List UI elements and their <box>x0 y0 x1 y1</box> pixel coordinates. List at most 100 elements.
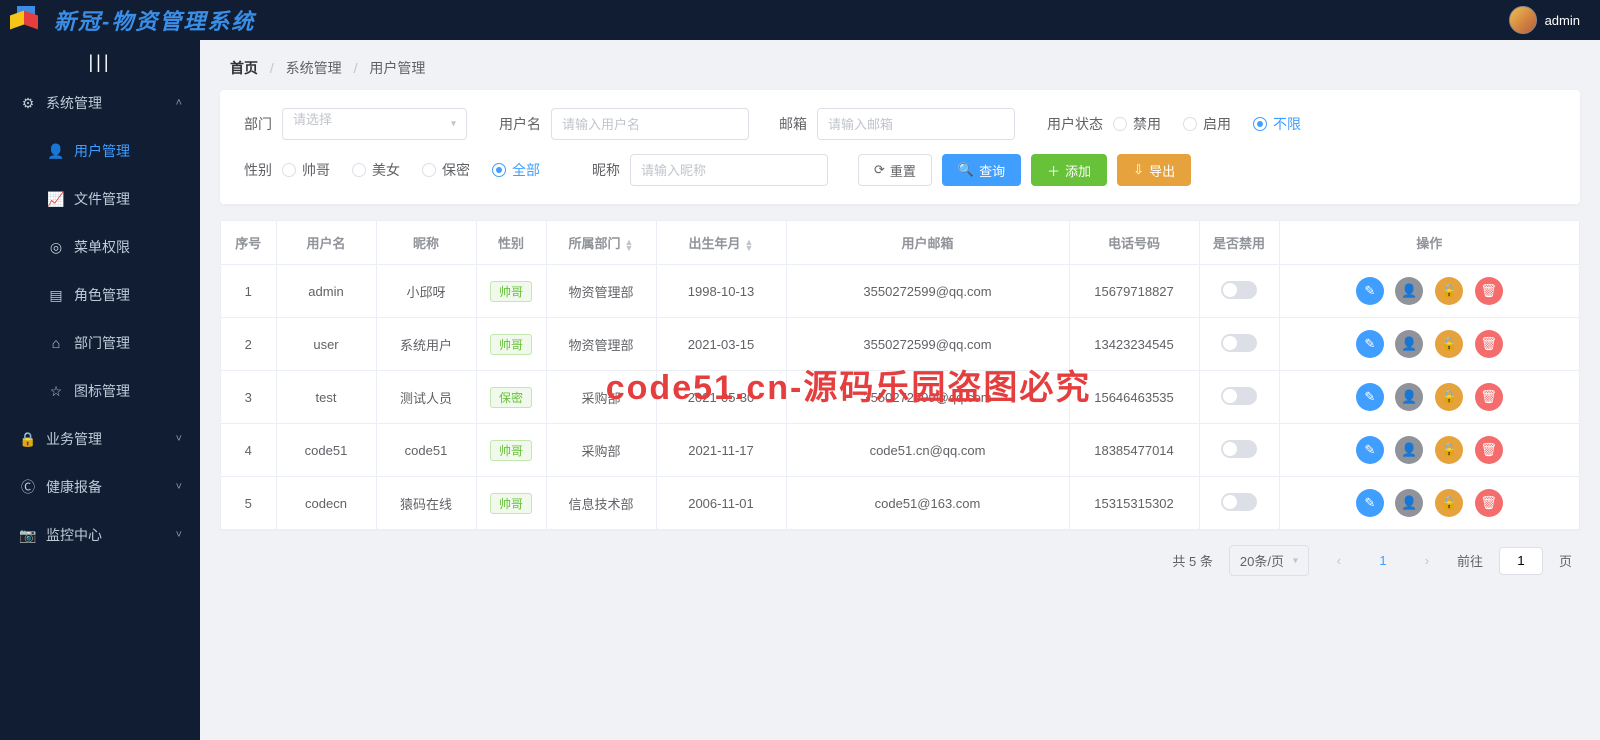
th-ops: 操作 <box>1279 221 1579 265</box>
nick-label: 昵称 <box>592 160 620 180</box>
ban-switch[interactable] <box>1221 493 1257 511</box>
chevron-icon: ˅ <box>176 481 182 493</box>
edit-button[interactable]: ✎ <box>1356 330 1384 358</box>
edit-button[interactable]: ✎ <box>1356 489 1384 517</box>
reset-button[interactable]: ⟳重置 <box>858 154 932 186</box>
username-label: 用户名 <box>497 114 541 134</box>
user-icon: 👤 <box>48 143 64 160</box>
sidebar-item[interactable]: 📈文件管理 <box>0 175 200 223</box>
assign-role-button[interactable]: 👤 <box>1395 330 1423 358</box>
dept-label: 部门 <box>244 114 272 134</box>
lock-button[interactable]: 🔒 <box>1435 330 1463 358</box>
table-row: 1admin小邱呀 帅哥 物资管理部1998-10-133550272599@q… <box>221 265 1579 318</box>
user-menu[interactable]: admin <box>1509 6 1580 34</box>
status-radio-all[interactable]: 不限 <box>1253 114 1301 134</box>
crumb-page: 用户管理 <box>369 60 425 76</box>
crumb-home[interactable]: 首页 <box>230 60 258 76</box>
email-input[interactable] <box>817 108 1015 140</box>
target-icon: ◎ <box>48 239 64 256</box>
sidebar-item[interactable]: ⌂部门管理 <box>0 319 200 367</box>
lock-button[interactable]: 🔒 <box>1435 277 1463 305</box>
add-button[interactable]: ＋添加 <box>1031 154 1107 186</box>
sex-tag: 帅哥 <box>490 493 532 514</box>
table-header-row: 序号 用户名 昵称 性别 所属部门▲▼ 出生年月▲▼ 用户邮箱 电话号码 是否禁… <box>221 221 1579 265</box>
username: admin <box>1545 13 1580 28</box>
delete-button[interactable]: 🗑 <box>1475 436 1503 464</box>
ban-switch[interactable] <box>1221 387 1257 405</box>
collapse-toggle[interactable]: ||| <box>0 40 200 79</box>
lock-button[interactable]: 🔒 <box>1435 489 1463 517</box>
table-row: 4code51code51 帅哥 采购部2021-11-17code51.cn@… <box>221 424 1579 477</box>
status-radio-disabled[interactable]: 禁用 <box>1113 114 1161 134</box>
table-row: 2user系统用户 帅哥 物资管理部2021-03-153550272599@q… <box>221 318 1579 371</box>
th-banned: 是否禁用 <box>1199 221 1279 265</box>
chevron-icon: ˅ <box>176 529 182 541</box>
delete-button[interactable]: 🗑 <box>1475 277 1503 305</box>
status-label: 用户状态 <box>1045 114 1103 134</box>
sidebar-group[interactable]: 📷监控中心˅ <box>0 511 200 559</box>
sidebar-item[interactable]: ☆图标管理 <box>0 367 200 415</box>
query-button[interactable]: 🔍查询 <box>942 154 1021 186</box>
assign-role-button[interactable]: 👤 <box>1395 436 1423 464</box>
next-page-button[interactable]: › <box>1413 547 1441 575</box>
th-birth[interactable]: 出生年月▲▼ <box>656 221 786 265</box>
crumb-group[interactable]: 系统管理 <box>286 60 342 76</box>
assign-role-button[interactable]: 👤 <box>1395 277 1423 305</box>
sidebar-group[interactable]: ⚙系统管理˄ <box>0 79 200 127</box>
export-button[interactable]: ⇩导出 <box>1117 154 1191 186</box>
edit-button[interactable]: ✎ <box>1356 436 1384 464</box>
assign-role-button[interactable]: 👤 <box>1395 383 1423 411</box>
sex-radio-all[interactable]: 全部 <box>492 160 540 180</box>
goto-page-input[interactable] <box>1499 547 1543 575</box>
id-icon: ▤ <box>48 287 64 304</box>
nickname-input[interactable] <box>630 154 828 186</box>
th-email: 用户邮箱 <box>786 221 1069 265</box>
sidebar-item[interactable]: ◎菜单权限 <box>0 223 200 271</box>
ban-switch[interactable] <box>1221 334 1257 352</box>
avatar-icon <box>1509 6 1537 34</box>
sidebar-item[interactable]: ▤角色管理 <box>0 271 200 319</box>
sex-tag: 帅哥 <box>490 334 532 355</box>
prev-page-button[interactable]: ‹ <box>1325 547 1353 575</box>
ban-switch[interactable] <box>1221 440 1257 458</box>
edit-button[interactable]: ✎ <box>1356 277 1384 305</box>
sort-icon: ▲▼ <box>625 239 634 251</box>
username-input[interactable] <box>551 108 749 140</box>
ban-switch[interactable] <box>1221 281 1257 299</box>
logo-icon <box>10 6 42 34</box>
filter-panel: 部门 请选择 ▾ 用户名 邮箱 用户状态 禁用 启用 <box>220 90 1580 204</box>
chart-icon: 📈 <box>48 191 64 208</box>
sort-icon: ▲▼ <box>745 239 754 251</box>
status-radio-enabled[interactable]: 启用 <box>1183 114 1231 134</box>
delete-button[interactable]: 🗑 <box>1475 383 1503 411</box>
plus-icon: ＋ <box>1047 161 1060 180</box>
delete-button[interactable]: 🗑 <box>1475 330 1503 358</box>
chevron-icon: ˄ <box>176 97 182 109</box>
sex-radio-s[interactable]: 保密 <box>422 160 470 180</box>
user-table: 序号 用户名 昵称 性别 所属部门▲▼ 出生年月▲▼ 用户邮箱 电话号码 是否禁… <box>220 220 1580 531</box>
sex-tag: 帅哥 <box>490 281 532 302</box>
goto-label: 前往 <box>1457 551 1483 570</box>
gear-icon: ⚙ <box>20 95 36 112</box>
delete-button[interactable]: 🗑 <box>1475 489 1503 517</box>
home-icon: ⌂ <box>48 335 64 351</box>
sidebar-item[interactable]: 👤用户管理 <box>0 127 200 175</box>
assign-role-button[interactable]: 👤 <box>1395 489 1423 517</box>
sidebar-group[interactable]: 🔒业务管理˅ <box>0 415 200 463</box>
sidebar-group[interactable]: Ⓒ健康报备˅ <box>0 463 200 511</box>
th-dept[interactable]: 所属部门▲▼ <box>546 221 656 265</box>
lock-button[interactable]: 🔒 <box>1435 436 1463 464</box>
page-size-select[interactable]: 20条/页 ▾ <box>1229 545 1309 576</box>
th-username: 用户名 <box>276 221 376 265</box>
chevron-down-icon: ▾ <box>1293 555 1298 566</box>
lock-button[interactable]: 🔒 <box>1435 383 1463 411</box>
sex-radio-m[interactable]: 帅哥 <box>282 160 330 180</box>
page-number[interactable]: 1 <box>1369 547 1397 575</box>
edit-button[interactable]: ✎ <box>1356 383 1384 411</box>
sex-radio-f[interactable]: 美女 <box>352 160 400 180</box>
sidebar: ||| ⚙系统管理˄👤用户管理📈文件管理◎菜单权限▤角色管理⌂部门管理☆图标管理… <box>0 40 200 740</box>
dept-select[interactable]: 请选择 ▾ <box>282 108 467 140</box>
th-sex: 性别 <box>476 221 546 265</box>
lock-icon: 🔒 <box>20 431 36 448</box>
camera-icon: 📷 <box>20 527 36 544</box>
